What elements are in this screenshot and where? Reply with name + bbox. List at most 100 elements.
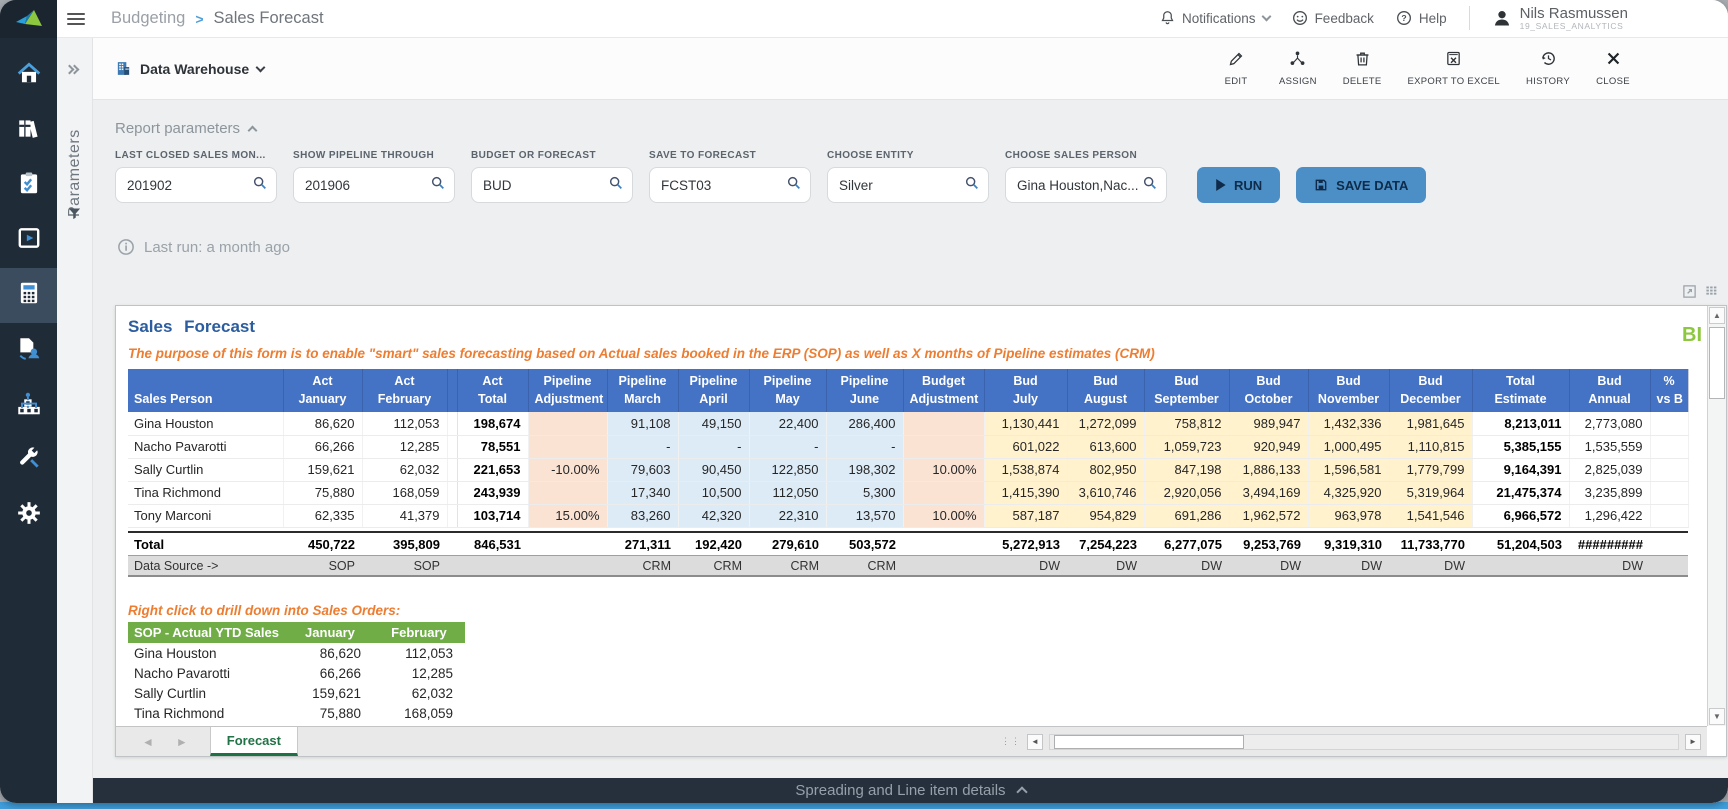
vertical-scroll-thumb[interactable] (1709, 327, 1725, 399)
cell[interactable]: 112,053 (362, 412, 447, 435)
toolbar-action-export[interactable]: EXPORT TO EXCEL (1408, 50, 1501, 87)
cell[interactable] (447, 532, 457, 555)
cell[interactable]: 8,213,011 (1472, 412, 1569, 435)
cell[interactable]: 192,420 (678, 532, 749, 555)
scroll-left-button[interactable]: ◄ (1027, 734, 1043, 750)
cell[interactable]: 122,850 (749, 458, 826, 481)
sidebar-item-settings[interactable] (0, 488, 57, 543)
cell[interactable]: 1,000,495 (1308, 435, 1389, 458)
cell[interactable]: Total (128, 532, 283, 555)
cell[interactable]: 86,620 (283, 412, 362, 435)
app-logo-icon[interactable] (0, 0, 57, 38)
search-icon[interactable] (430, 175, 446, 196)
cell[interactable]: 5,300 (826, 481, 903, 504)
cell[interactable]: 1,779,799 (1389, 458, 1472, 481)
cell[interactable]: 1,272,099 (1067, 412, 1144, 435)
search-icon[interactable] (608, 175, 624, 196)
sidebar-item-processes[interactable] (0, 378, 57, 433)
cell[interactable]: 51,204,503 (1472, 532, 1569, 555)
sidebar-item-tools[interactable] (0, 433, 57, 488)
cell[interactable]: 168,059 (362, 481, 447, 504)
cell[interactable]: 11,733,770 (1389, 532, 1472, 555)
choose-sales-person-input[interactable] (1017, 178, 1142, 193)
toolbar-action-assign[interactable]: ASSIGN (1279, 50, 1317, 87)
save-to-forecast-input[interactable] (661, 178, 786, 193)
cell[interactable] (1650, 481, 1688, 504)
cell[interactable]: 79,603 (607, 458, 678, 481)
cell[interactable]: 86,620 (287, 643, 373, 663)
expand-panel-icon[interactable] (66, 60, 78, 78)
cell[interactable]: 3,235,899 (1569, 481, 1650, 504)
report-parameters-toggle[interactable]: Report parameters (115, 120, 256, 137)
cell[interactable]: 9,319,310 (1308, 532, 1389, 555)
cell[interactable] (903, 481, 984, 504)
budget-or-forecast-input[interactable] (483, 178, 608, 193)
cell[interactable]: 243,939 (457, 481, 528, 504)
cell[interactable]: 279,610 (749, 532, 826, 555)
cell[interactable]: 66,266 (287, 663, 373, 683)
choose-entity-input[interactable] (839, 178, 964, 193)
cell[interactable]: 2,825,039 (1569, 458, 1650, 481)
cell[interactable] (1650, 532, 1688, 555)
sidebar-item-workspaces[interactable] (0, 103, 57, 158)
bottom-panel-bar[interactable]: Spreading and Line item details (93, 778, 1728, 803)
cell[interactable] (903, 435, 984, 458)
cell[interactable] (1650, 504, 1688, 527)
cell[interactable]: 78,551 (457, 435, 528, 458)
cell[interactable]: 601,022 (984, 435, 1067, 458)
show-pipeline-through-input[interactable] (305, 178, 430, 193)
cell[interactable]: - (678, 435, 749, 458)
parameters-rail-label[interactable]: Parameters (57, 93, 93, 253)
cell[interactable] (528, 532, 607, 555)
cell[interactable]: Gina Houston (128, 412, 283, 435)
cell[interactable]: 1,886,133 (1229, 458, 1308, 481)
cell[interactable]: 221,653 (457, 458, 528, 481)
cell[interactable]: 4,325,920 (1308, 481, 1389, 504)
scroll-down-button[interactable]: ▼ (1709, 708, 1725, 725)
expand-report-icon[interactable] (1682, 284, 1697, 299)
cell[interactable]: 9,164,391 (1472, 458, 1569, 481)
parameters-rail[interactable]: Parameters (57, 38, 93, 803)
sidebar-item-home[interactable] (0, 48, 57, 103)
cell[interactable]: - (749, 435, 826, 458)
cell[interactable]: 49,150 (678, 412, 749, 435)
cell[interactable]: 62,032 (373, 683, 465, 703)
cell[interactable]: 1,535,559 (1569, 435, 1650, 458)
cell[interactable]: 12,285 (362, 435, 447, 458)
cell[interactable]: 159,621 (283, 458, 362, 481)
cell[interactable] (1650, 458, 1688, 481)
help-button[interactable]: ? Help (1396, 10, 1447, 26)
cell[interactable]: 1,110,815 (1389, 435, 1472, 458)
cell[interactable]: 7,254,223 (1067, 532, 1144, 555)
cell[interactable]: Tina Richmond (128, 703, 287, 723)
cell[interactable]: 22,310 (749, 504, 826, 527)
cell[interactable]: 75,880 (287, 703, 373, 723)
cell[interactable] (528, 412, 607, 435)
cell[interactable]: 989,947 (1229, 412, 1308, 435)
horizontal-scrollbar[interactable] (1049, 734, 1679, 750)
search-icon[interactable] (786, 175, 802, 196)
grid-view-icon[interactable] (1704, 284, 1720, 299)
cell[interactable]: 613,600 (1067, 435, 1144, 458)
user-menu[interactable]: Nils Rasmussen 19_SALES_ANALYTICS (1492, 5, 1628, 32)
cell[interactable]: 1,596,581 (1308, 458, 1389, 481)
cell[interactable]: 198,674 (457, 412, 528, 435)
data-source-selector[interactable]: Data Warehouse (115, 60, 264, 77)
save-data-button[interactable]: SAVE DATA (1296, 167, 1426, 203)
filter-funnel-icon[interactable] (67, 206, 82, 226)
cell[interactable]: 2,773,080 (1569, 412, 1650, 435)
toolbar-action-history[interactable]: HISTORY (1526, 50, 1570, 87)
scroll-right-button[interactable]: ► (1685, 734, 1701, 750)
cell[interactable]: -10.00% (528, 458, 607, 481)
cell[interactable]: 6,966,572 (1472, 504, 1569, 527)
cell[interactable]: 5,272,913 (984, 532, 1067, 555)
notifications-button[interactable]: Notifications (1160, 10, 1270, 26)
cell[interactable] (528, 435, 607, 458)
cell[interactable]: 62,032 (362, 458, 447, 481)
cell[interactable]: 168,059 (373, 703, 465, 723)
cell[interactable] (903, 412, 984, 435)
cell[interactable]: 17,340 (607, 481, 678, 504)
cell[interactable]: 1,059,723 (1144, 435, 1229, 458)
cell[interactable]: 42,320 (678, 504, 749, 527)
cell[interactable]: 920,949 (1229, 435, 1308, 458)
